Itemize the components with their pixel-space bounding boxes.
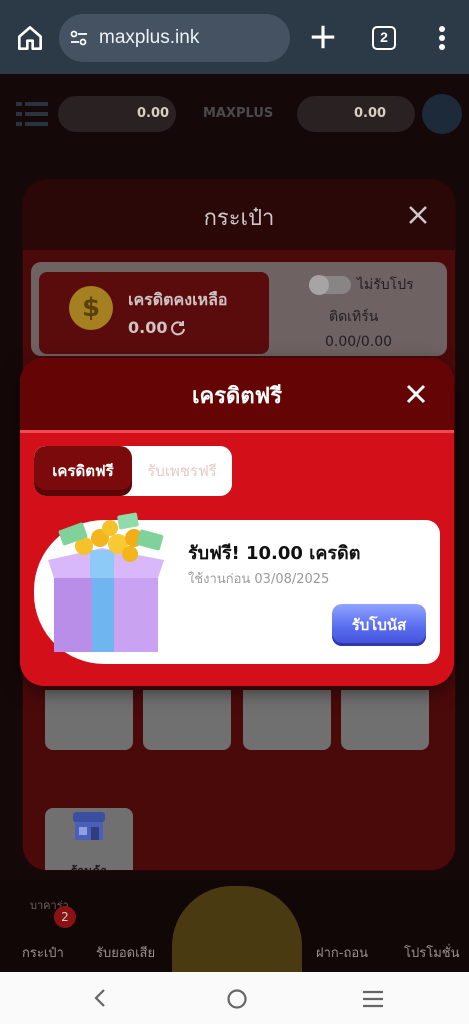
close-icon[interactable] — [406, 384, 426, 404]
nav-wallet[interactable]: กระเป๋า — [22, 942, 64, 963]
turnover-label: ติดเทิร์น — [329, 309, 379, 325]
free-credit-modal: เครดิตฟรี เครดิตฟรี รับเพชรฟรี รับฟรี! 1… — [20, 358, 454, 686]
address-bar[interactable]: maxplus.ink — [59, 14, 290, 62]
wallet-tile[interactable] — [143, 690, 231, 750]
nav-promotions[interactable]: โปรโมชั่น — [404, 942, 459, 963]
tab-free-credit[interactable]: เครดิตฟรี — [34, 446, 132, 496]
bottom-navigation: บาคาร่า 2 กระเป๋า รับยอดเสีย ฝาก-ถอน โปร… — [0, 880, 469, 982]
recent-apps-icon[interactable] — [362, 990, 384, 1008]
browser-toolbar: maxplus.ink 2 — [0, 0, 469, 74]
free-credit-title: เครดิตฟรี — [191, 384, 283, 409]
coin-balance: 0.00 — [354, 106, 387, 121]
claim-bonus-button[interactable]: รับโบนัส — [332, 604, 426, 646]
credit-tabs: เครดิตฟรี รับเพชรฟรี — [34, 446, 232, 496]
turnover-value: 0.00/0.00 — [325, 334, 393, 350]
store-icon — [73, 812, 105, 840]
balance-card: $ เครดิตคงเหลือ 0.00 ไม่รับโปร ติดเทิร์น… — [31, 262, 447, 356]
site-settings-icon[interactable] — [67, 26, 91, 50]
nav-deposit-withdraw[interactable]: ฝาก-ถอน — [316, 942, 368, 963]
promo-toggle[interactable] — [309, 275, 351, 295]
wallet-tile[interactable] — [45, 690, 133, 750]
back-icon[interactable] — [92, 988, 108, 1008]
promo-toggle-label: ไม่รับโปร — [357, 277, 414, 293]
bonus-card: รับฟรี! 10.00 เครดิต ใช้งานก่อน 03/08/20… — [34, 512, 440, 664]
home-circle-icon[interactable] — [226, 988, 248, 1010]
url-text: maxplus.ink — [99, 27, 200, 48]
new-tab-icon[interactable] — [308, 22, 338, 52]
close-icon[interactable] — [407, 204, 429, 226]
tab-switcher-button[interactable]: 2 — [372, 26, 396, 50]
shop-label: ร้านค้า — [45, 862, 133, 870]
refresh-icon[interactable] — [170, 320, 186, 336]
credit-balance-label: เครดิตคงเหลือ — [128, 290, 228, 309]
bonus-expiry: ใช้งานก่อน 03/08/2025 — [188, 572, 330, 587]
toggle-knob — [309, 275, 329, 295]
wallet-tile[interactable] — [243, 690, 331, 750]
avatar — [422, 94, 462, 134]
credit-balance-panel: $ เครดิตคงเหลือ 0.00 — [39, 272, 269, 354]
gift-box-icon — [48, 512, 164, 652]
brand-logo: MAXPLUS — [203, 106, 274, 121]
home-center-button[interactable] — [172, 886, 302, 982]
shop-tile[interactable]: ร้านค้า — [45, 808, 133, 870]
notification-badge: 2 — [54, 906, 76, 928]
nav-cashback[interactable]: รับยอดเสีย — [96, 942, 155, 963]
hamburger-menu-icon — [16, 102, 48, 126]
tab-free-diamond[interactable]: รับเพชรฟรี — [132, 446, 232, 496]
bonus-title: รับฟรี! 10.00 เครดิต — [188, 543, 361, 564]
diamond-balance: 0.00 — [137, 106, 170, 121]
dollar-coin-icon: $ — [69, 286, 113, 330]
home-icon[interactable] — [14, 22, 46, 54]
credit-balance-value: 0.00 — [128, 318, 168, 337]
system-navigation-bar — [0, 972, 469, 1024]
wallet-tile[interactable] — [341, 690, 429, 750]
more-options-icon[interactable] — [432, 24, 452, 52]
wallet-title: กระเป๋า — [203, 206, 275, 231]
